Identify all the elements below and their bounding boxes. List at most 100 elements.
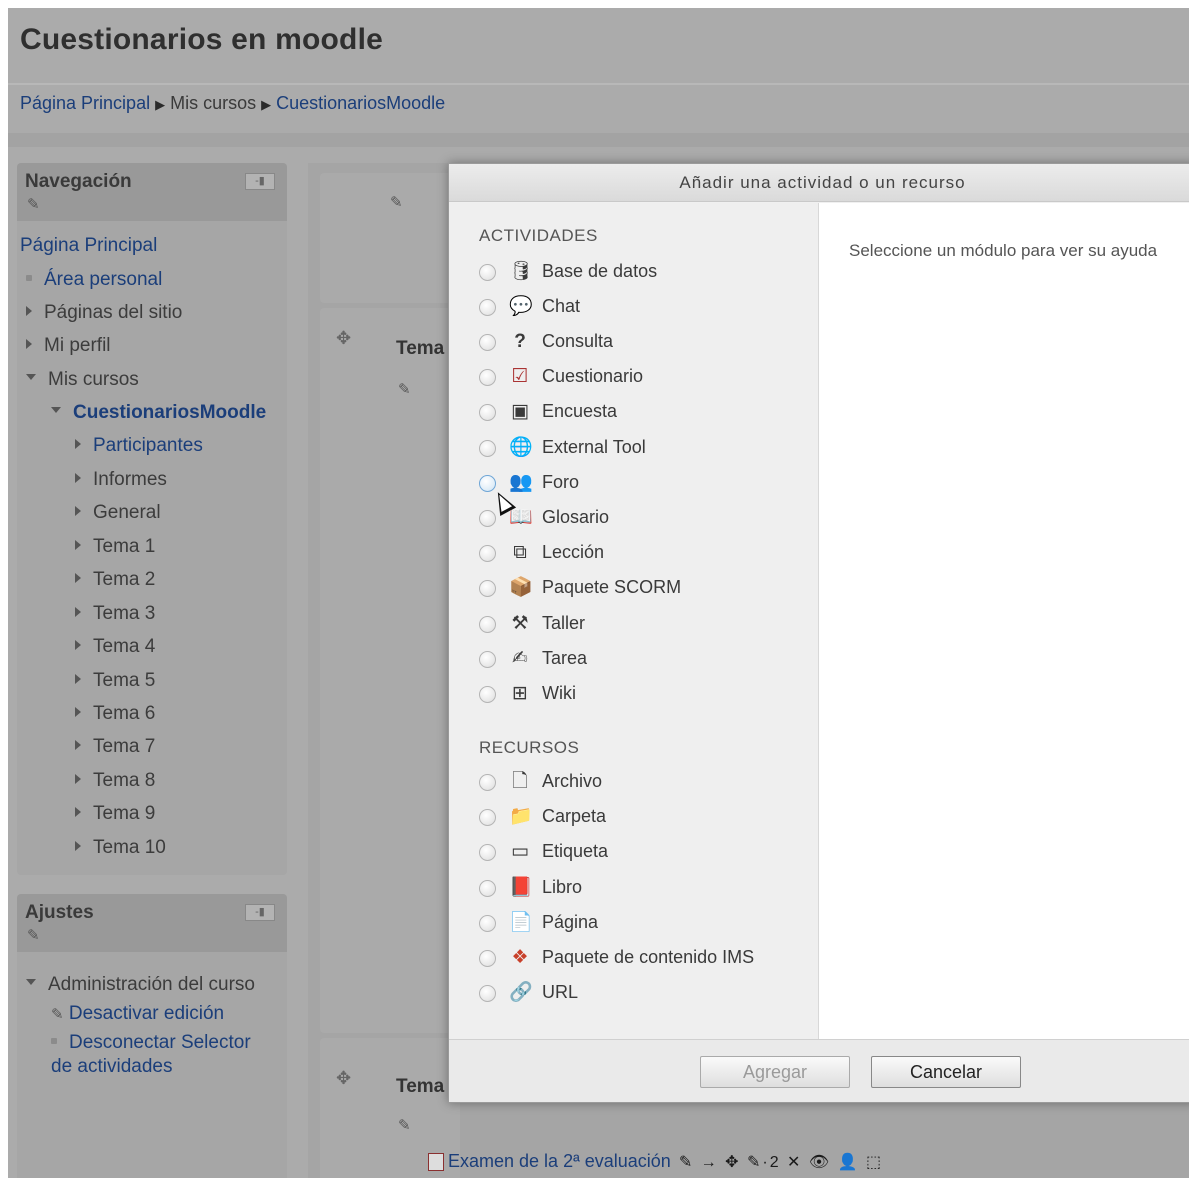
edit-pencil-icon[interactable]: ✎ [398, 1116, 411, 1134]
radio-button[interactable] [479, 580, 496, 597]
radio-button[interactable] [479, 334, 496, 351]
radio-button[interactable] [479, 510, 496, 527]
nav-item-topic[interactable]: Tema 6 [75, 703, 155, 725]
nav-item-topic[interactable]: Tema 1 [75, 536, 155, 558]
radio-button[interactable] [479, 299, 496, 316]
radio-button[interactable] [479, 915, 496, 932]
edit-pencil-icon[interactable]: ✎ [27, 926, 40, 944]
bullet-icon [26, 274, 32, 281]
activity-edit-tools[interactable]: ✎ → ✥ ✎·2 ✕ 👁 👤 ⬚ [679, 1154, 883, 1171]
edit-pencil-icon[interactable]: ✎ [27, 195, 40, 213]
glossary-icon: 📖 [509, 507, 533, 528]
book-icon: 📕 [509, 877, 533, 898]
option-chat[interactable]: 💬 Chat [479, 293, 799, 323]
quiz-activity-link[interactable]: Examen de la 2ª evaluación [448, 1151, 671, 1171]
dock-block-icon[interactable]: -▮ [245, 904, 275, 921]
page: Cuestionarios en moodle Página Principal… [8, 8, 1189, 1178]
radio-button[interactable] [479, 616, 496, 633]
nav-item-topic[interactable]: Tema 2 [75, 569, 155, 591]
radio-button[interactable] [479, 440, 496, 457]
option-external-tool[interactable]: 🌐 External Tool [479, 434, 799, 464]
nav-item-participants[interactable]: Participantes [75, 435, 203, 457]
nav-item-topic[interactable]: Tema 7 [75, 736, 155, 758]
radio-button[interactable] [479, 475, 496, 492]
dock-block-icon[interactable]: -▮ [245, 173, 275, 190]
nav-item-my-courses[interactable]: Mis cursos [26, 369, 139, 391]
collapsed-arrow-icon [75, 572, 81, 583]
radio-button[interactable] [479, 686, 496, 703]
move-icon[interactable]: ✥ [336, 1068, 351, 1089]
nav-item-my-profile[interactable]: Mi perfil [26, 335, 111, 357]
navigation-block-header: Navegación -▮ ✎ [17, 163, 287, 221]
option-choice[interactable]: ? Consulta [479, 328, 799, 358]
nav-item-topic[interactable]: Tema 8 [75, 770, 155, 792]
option-forum[interactable]: 👥 Foro [479, 469, 799, 499]
dialog-title: Añadir una actividad o un recurso [449, 164, 1189, 202]
option-survey[interactable]: ▣ Encuesta [479, 398, 799, 428]
settings-item-activity-chooser-off-cont[interactable]: de actividades [51, 1056, 172, 1078]
quiz-icon [428, 1153, 444, 1172]
nav-item-topic[interactable]: Tema 10 [75, 837, 166, 859]
option-label[interactable]: ▭ Etiqueta [479, 838, 799, 868]
nav-item-topic[interactable]: Tema 5 [75, 670, 155, 692]
nav-item-topic[interactable]: Tema 9 [75, 803, 155, 825]
radio-button[interactable] [479, 545, 496, 562]
bullet-icon [51, 1037, 57, 1044]
nav-item-personal-area[interactable]: Área personal [26, 269, 162, 291]
option-scorm-package[interactable]: 📦 Paquete SCORM [479, 574, 799, 604]
option-lesson[interactable]: ⧉ Lección [479, 539, 799, 569]
nav-item-general[interactable]: General [75, 502, 161, 524]
folder-icon: 📁 [509, 806, 533, 827]
option-assignment[interactable]: ✍ Tarea [479, 645, 799, 675]
radio-button[interactable] [479, 651, 496, 668]
option-glossary[interactable]: 📖 Glosario [479, 504, 799, 534]
settings-block-title: Ajustes [25, 902, 94, 923]
edit-pencil-icon[interactable]: ✎ [398, 380, 411, 398]
option-workshop[interactable]: ⚒ Taller [479, 610, 799, 640]
radio-button[interactable] [479, 880, 496, 897]
option-ims-package[interactable]: ❖ Paquete de contenido IMS [479, 944, 799, 974]
edit-pencil-icon[interactable]: ✎ [390, 193, 403, 211]
nav-item-topic[interactable]: Tema 4 [75, 636, 155, 658]
dialog-footer: Agregar Cancelar [449, 1039, 1189, 1102]
section-title: Tema [396, 1076, 445, 1097]
option-quiz[interactable]: ☑ Cuestionario [479, 363, 799, 393]
option-file[interactable]: 🗋 Archivo [479, 768, 799, 798]
radio-button[interactable] [479, 950, 496, 967]
option-database[interactable]: 🛢 Base de datos [479, 258, 799, 288]
radio-button[interactable] [479, 404, 496, 421]
breadcrumb-course[interactable]: CuestionariosMoodle [276, 93, 445, 113]
radio-button[interactable] [479, 844, 496, 861]
option-folder[interactable]: 📁 Carpeta [479, 803, 799, 833]
nav-item-topic[interactable]: Tema 3 [75, 603, 155, 625]
breadcrumb-my-courses[interactable]: Mis cursos [170, 93, 256, 113]
quiz-activity-row: Examen de la 2ª evaluación ✎ → ✥ ✎·2 ✕ 👁 … [428, 1151, 883, 1172]
collapsed-arrow-icon [75, 505, 81, 516]
option-url[interactable]: 🔗 URL [479, 979, 799, 1009]
nav-item-home[interactable]: Página Principal [20, 235, 157, 257]
option-book[interactable]: 📕 Libro [479, 874, 799, 904]
settings-item-activity-chooser-off[interactable]: Desconectar Selector [51, 1032, 251, 1054]
add-button[interactable]: Agregar [700, 1056, 850, 1088]
edit-pencil-icon: ✎ [51, 1006, 64, 1023]
nav-item-reports[interactable]: Informes [75, 469, 167, 491]
database-icon: 🛢 [509, 261, 534, 282]
settings-item-course-admin[interactable]: Administración del curso [26, 974, 255, 996]
move-icon[interactable]: ✥ [336, 328, 351, 349]
quiz-checklist-icon: ☑ [511, 366, 529, 387]
nav-item-course[interactable]: CuestionariosMoodle [51, 402, 266, 424]
radio-button[interactable] [479, 774, 496, 791]
collapsed-arrow-icon [26, 305, 32, 316]
breadcrumb-separator-icon: ▶ [261, 97, 272, 112]
radio-button[interactable] [479, 985, 496, 1002]
nav-item-site-pages[interactable]: Páginas del sitio [26, 302, 182, 324]
cancel-button[interactable]: Cancelar [871, 1056, 1021, 1088]
radio-button[interactable] [479, 369, 496, 386]
settings-item-turn-editing-off[interactable]: ✎ Desactivar edición [51, 1003, 224, 1025]
radio-button[interactable] [479, 264, 496, 281]
breadcrumb-home[interactable]: Página Principal [20, 93, 150, 113]
add-activity-dialog: Añadir una actividad o un recurso ACTIVI… [448, 163, 1189, 1103]
radio-button[interactable] [479, 809, 496, 826]
option-wiki[interactable]: ⊞ Wiki [479, 680, 799, 710]
option-page[interactable]: 📄 Página [479, 909, 799, 939]
